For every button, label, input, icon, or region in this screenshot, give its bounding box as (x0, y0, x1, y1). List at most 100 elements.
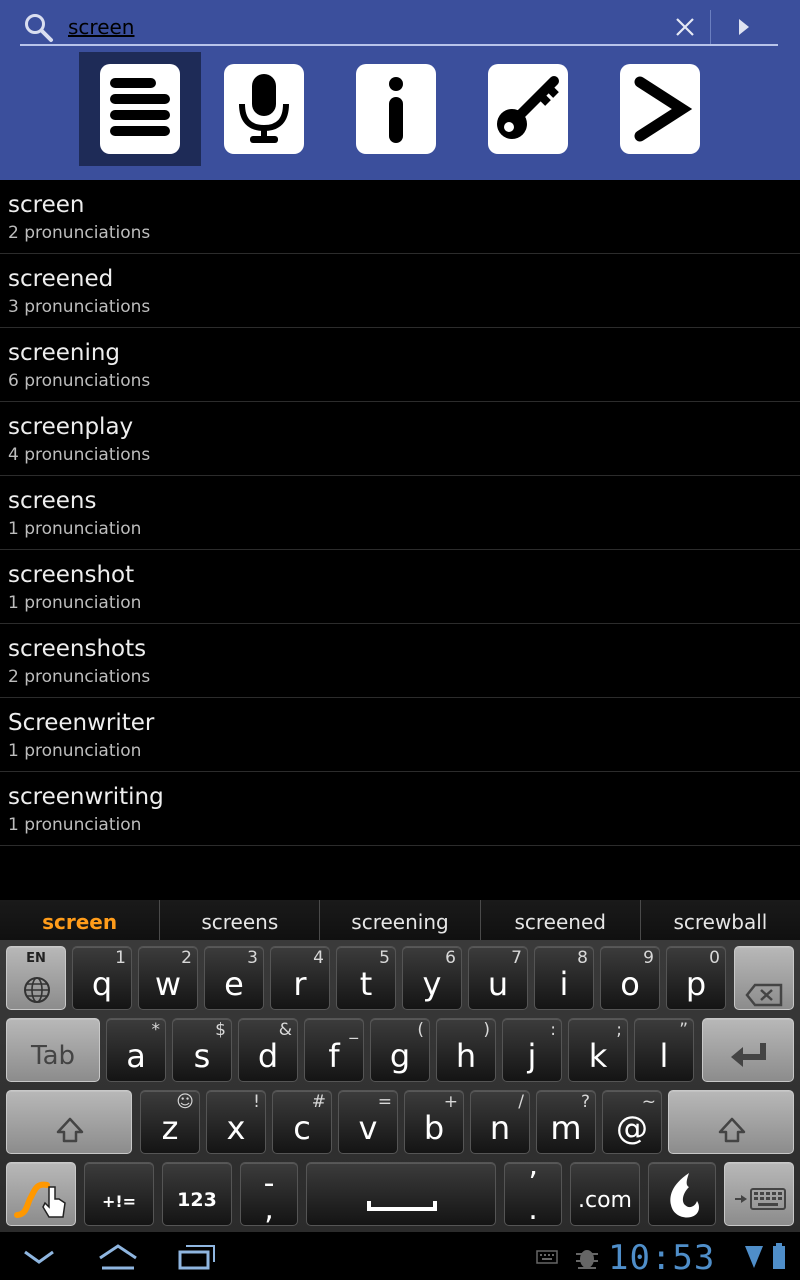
key-d[interactable]: & d (238, 1018, 298, 1082)
result-word: screenwriting (8, 784, 164, 810)
search-icon (25, 14, 53, 42)
globe-icon (24, 977, 50, 1003)
hide-keyboard-key[interactable] (724, 1162, 794, 1226)
key-l[interactable]: ” l (634, 1018, 694, 1082)
backspace-key[interactable] (734, 946, 794, 1010)
shift-icon (718, 1117, 746, 1143)
clear-icon[interactable] (672, 14, 698, 40)
key-z[interactable]: ☺ z (140, 1090, 200, 1154)
key-mode-button[interactable] (488, 64, 568, 154)
symbols-key[interactable]: +!= (84, 1162, 154, 1226)
key-j[interactable]: :j (502, 1018, 562, 1082)
result-pronunciation-count: 4 pronunciations (8, 445, 151, 465)
result-item[interactable]: screening 6 pronunciations (0, 328, 800, 402)
result-word: Screenwriter (8, 710, 155, 736)
key-primary-label: @ (616, 1109, 648, 1147)
key-r[interactable]: 4r (270, 946, 330, 1010)
dragon-key[interactable] (648, 1162, 716, 1226)
key-at[interactable]: ~ @ (602, 1090, 662, 1154)
apostrophe-period-label: ’. (528, 1166, 538, 1227)
home-icon[interactable] (98, 1242, 138, 1272)
suggestion-item[interactable]: screen (0, 900, 161, 940)
result-item[interactable]: screenshots 2 pronunciations (0, 624, 800, 698)
result-pronunciation-count: 1 pronunciation (8, 815, 142, 835)
suggestion-bar: screen screens screening screened screwb… (0, 900, 800, 940)
key-b[interactable]: + b (404, 1090, 464, 1154)
result-word: screenshot (8, 562, 135, 588)
symbols-label: +!= (101, 1192, 137, 1211)
tab-key[interactable]: Tab (6, 1018, 100, 1082)
swype-key[interactable] (6, 1162, 76, 1226)
wifi-icon (745, 1246, 763, 1268)
key-v[interactable]: = v (338, 1090, 398, 1154)
recent-apps-icon[interactable] (176, 1242, 218, 1272)
suggestion-item[interactable]: screens (160, 900, 321, 940)
shift-key-right[interactable] (668, 1090, 794, 1154)
result-word: screens (8, 488, 97, 514)
numbers-key[interactable]: 123 (162, 1162, 232, 1226)
shift-icon (56, 1117, 84, 1143)
enter-key[interactable] (702, 1018, 794, 1082)
result-item[interactable]: screened 3 pronunciations (0, 254, 800, 328)
result-word: screened (8, 266, 114, 292)
result-item[interactable]: screen 2 pronunciations (0, 180, 800, 254)
key-primary-label: d (257, 1037, 279, 1075)
status-clock: 10:53 (608, 1238, 716, 1278)
key-n[interactable]: / n (470, 1090, 530, 1154)
result-item[interactable]: screenshot 1 pronunciation (0, 550, 800, 624)
key-i[interactable]: 8i (534, 946, 594, 1010)
suggestion-item[interactable]: screened (481, 900, 641, 940)
dragon-icon (670, 1173, 699, 1218)
key-primary-label: c (293, 1109, 311, 1147)
result-pronunciation-count: 1 pronunciation (8, 593, 142, 613)
key-c[interactable]: # c (272, 1090, 332, 1154)
result-item[interactable]: screenplay 4 pronunciations (0, 402, 800, 476)
space-key[interactable] (306, 1162, 496, 1226)
result-item[interactable]: Screenwriter 1 pronunciation (0, 698, 800, 772)
back-chevron-icon[interactable] (22, 1246, 56, 1268)
key-y[interactable]: 6y (402, 946, 462, 1010)
play-arrow-icon[interactable] (734, 16, 754, 38)
forward-mode-button[interactable] (620, 64, 700, 154)
key-f[interactable]: _ f (304, 1018, 364, 1082)
key-e[interactable]: 3e (204, 946, 264, 1010)
key-primary-label: x (226, 1109, 246, 1147)
key-o[interactable]: 9o (600, 946, 660, 1010)
search-divider (710, 10, 711, 44)
key-q[interactable]: 1q (72, 946, 132, 1010)
voice-mode-button[interactable] (224, 64, 304, 154)
search-input[interactable] (68, 12, 668, 42)
info-mode-button[interactable] (356, 64, 436, 154)
suggestion-item[interactable]: screwball (641, 900, 800, 940)
key-a[interactable]: * a (106, 1018, 166, 1082)
results-list: screen 2 pronunciations screened 3 pronunci… (0, 180, 800, 846)
numbers-label: 123 (177, 1189, 217, 1211)
key-primary-label: u (487, 965, 509, 1003)
key-g[interactable]: (g (370, 1018, 430, 1082)
shift-key-left[interactable] (6, 1090, 132, 1154)
key-primary-label: t (359, 965, 373, 1003)
list-mode-button[interactable] (100, 64, 180, 154)
result-item[interactable]: screens 1 pronunciation (0, 476, 800, 550)
key-u[interactable]: 7u (468, 946, 528, 1010)
dash-comma-key[interactable]: -, (240, 1162, 298, 1226)
key-m[interactable]: ? m (536, 1090, 596, 1154)
key-h[interactable]: ) h (436, 1018, 496, 1082)
key-s[interactable]: $ s (172, 1018, 232, 1082)
key-primary-label: w (154, 965, 182, 1003)
dotcom-key[interactable]: .com (570, 1162, 640, 1226)
search-bar (20, 8, 778, 46)
suggestion-item[interactable]: screening (320, 900, 481, 940)
apostrophe-period-key[interactable]: ’. (504, 1162, 562, 1226)
result-word: screening (8, 340, 121, 366)
key-primary-label: z (161, 1109, 179, 1147)
key-w[interactable]: 2w (138, 946, 198, 1010)
result-item[interactable]: screenwriting 1 pronunciation (0, 772, 800, 846)
key-p[interactable]: 0p (666, 946, 726, 1010)
key-primary-label: q (91, 965, 113, 1003)
language-key[interactable]: EN (6, 946, 66, 1010)
key-t[interactable]: 5t (336, 946, 396, 1010)
list-icon (110, 78, 170, 136)
key-x[interactable]: ! x (206, 1090, 266, 1154)
key-k[interactable]: ; k (568, 1018, 628, 1082)
